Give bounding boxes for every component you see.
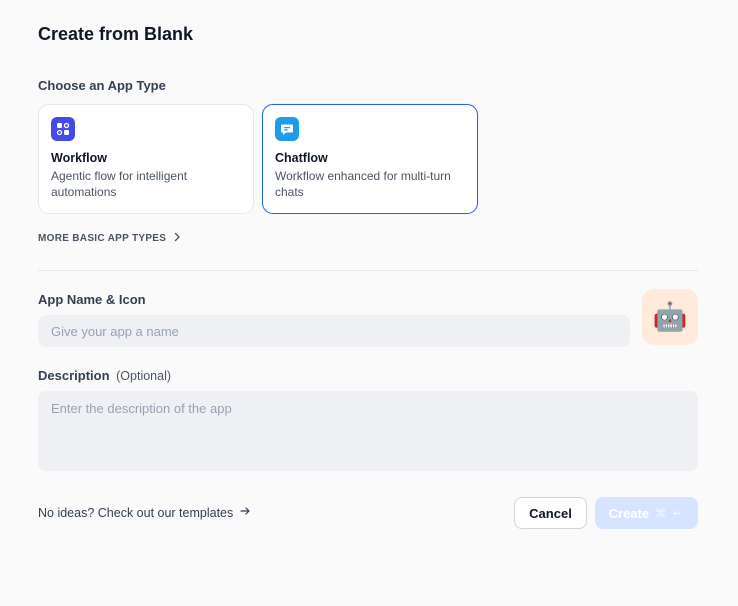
app-type-card-chatflow[interactable]: Chatflow Workflow enhanced for multi-tur… <box>262 104 478 214</box>
workflow-icon <box>51 117 75 141</box>
more-app-types-label: MORE BASIC APP TYPES <box>38 233 167 244</box>
app-name-input[interactable] <box>38 315 630 347</box>
section-divider <box>38 270 698 271</box>
card-description: Workflow enhanced for multi-turn chats <box>275 169 451 199</box>
description-label: Description (Optional) <box>38 368 171 383</box>
card-title: Workflow <box>51 151 108 165</box>
app-name-label: App Name & Icon <box>38 292 146 307</box>
robot-icon: 🤖 <box>652 301 688 332</box>
create-shortcut-hint: ⌘ ↵ <box>655 507 685 520</box>
chevron-right-icon <box>172 232 182 245</box>
templates-link[interactable]: No ideas? Check out our templates <box>38 505 251 520</box>
chatflow-icon <box>275 117 299 141</box>
description-textarea[interactable] <box>38 391 698 471</box>
create-app-dialog: Create from Blank Choose an App Type Wor… <box>0 0 738 606</box>
app-icon-picker[interactable]: 🤖 <box>642 289 698 345</box>
dialog-title: Create from Blank <box>38 24 194 44</box>
description-label-text: Description <box>38 368 110 383</box>
app-type-card-workflow[interactable]: Workflow Agentic flow for intelligent au… <box>38 104 254 214</box>
more-app-types-toggle[interactable]: MORE BASIC APP TYPES <box>38 232 182 245</box>
create-button-label: Create <box>608 505 650 521</box>
card-title: Chatflow <box>275 151 328 165</box>
optional-label: (Optional) <box>116 369 172 383</box>
cancel-button[interactable]: Cancel <box>514 497 587 529</box>
templates-link-label: No ideas? Check out our templates <box>38 505 234 520</box>
arrow-right-icon <box>239 505 251 520</box>
cancel-button-label: Cancel <box>529 505 572 521</box>
card-description: Agentic flow for intelligent automations <box>51 169 188 199</box>
app-type-label: Choose an App Type <box>38 78 166 93</box>
create-button[interactable]: Create ⌘ ↵ <box>595 497 698 529</box>
